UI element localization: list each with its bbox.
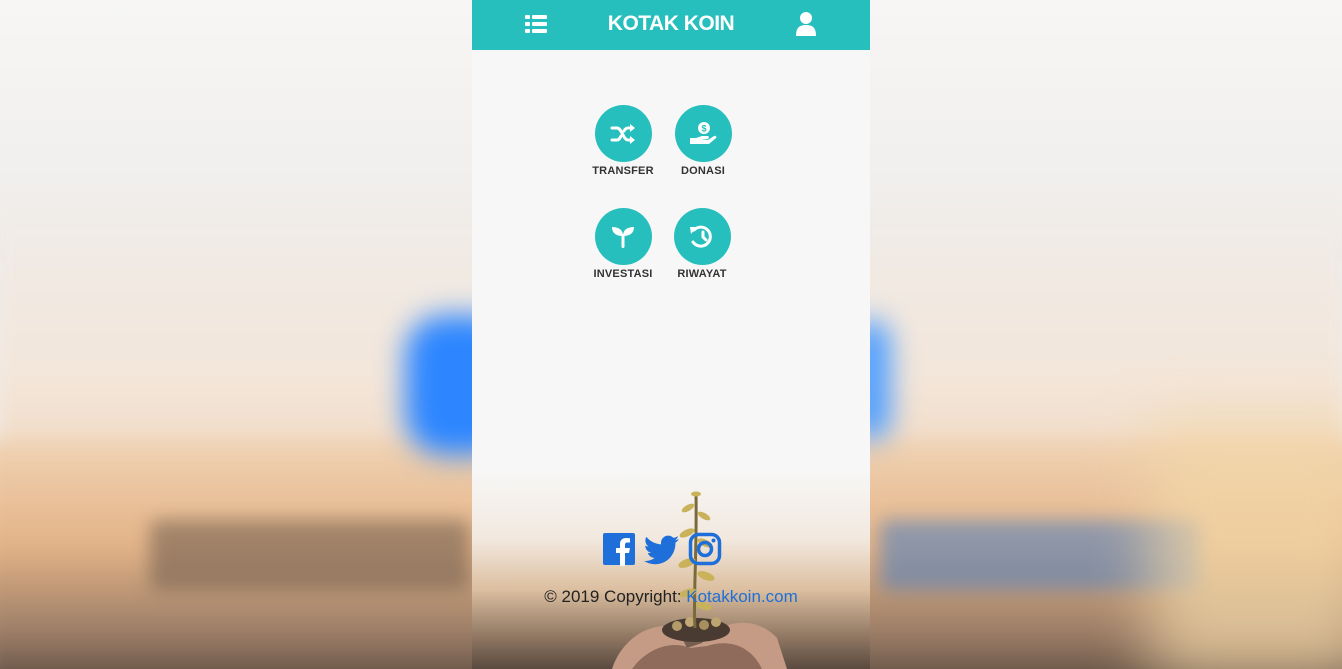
investasi-label: INVESTASI: [593, 268, 653, 280]
svg-text:$: $: [701, 123, 706, 133]
top-bar: KOTAK KOIN: [472, 0, 870, 50]
facebook-icon[interactable]: [602, 532, 636, 566]
donasi-label: DONASI: [681, 165, 725, 177]
transfer-label: TRANSFER: [592, 165, 654, 177]
twitter-icon[interactable]: [644, 532, 679, 566]
copyright-link[interactable]: Kotakkoin.com: [686, 587, 798, 606]
copyright-text: © 2019 Copyright: Kotakkoin.com: [472, 587, 870, 607]
riwayat-label: RIWAYAT: [677, 268, 727, 280]
shuffle-icon: [594, 105, 652, 162]
riwayat-button[interactable]: RIWAYAT: [657, 208, 747, 280]
seedling-icon: [594, 208, 652, 265]
plant-in-hands-illustration: [612, 491, 787, 669]
app-screen: KOTAK KOIN TRANSFER $ DONASI INVESTASI R…: [472, 0, 870, 669]
investasi-button[interactable]: INVESTASI: [578, 208, 668, 280]
history-icon: [673, 208, 731, 265]
user-icon[interactable]: [794, 11, 818, 37]
donasi-button[interactable]: $ DONASI: [658, 105, 748, 177]
transfer-button[interactable]: TRANSFER: [578, 105, 668, 177]
copyright-prefix: © 2019 Copyright:: [544, 587, 687, 606]
donate-hand-icon: $: [674, 105, 732, 162]
instagram-icon[interactable]: [688, 532, 722, 566]
